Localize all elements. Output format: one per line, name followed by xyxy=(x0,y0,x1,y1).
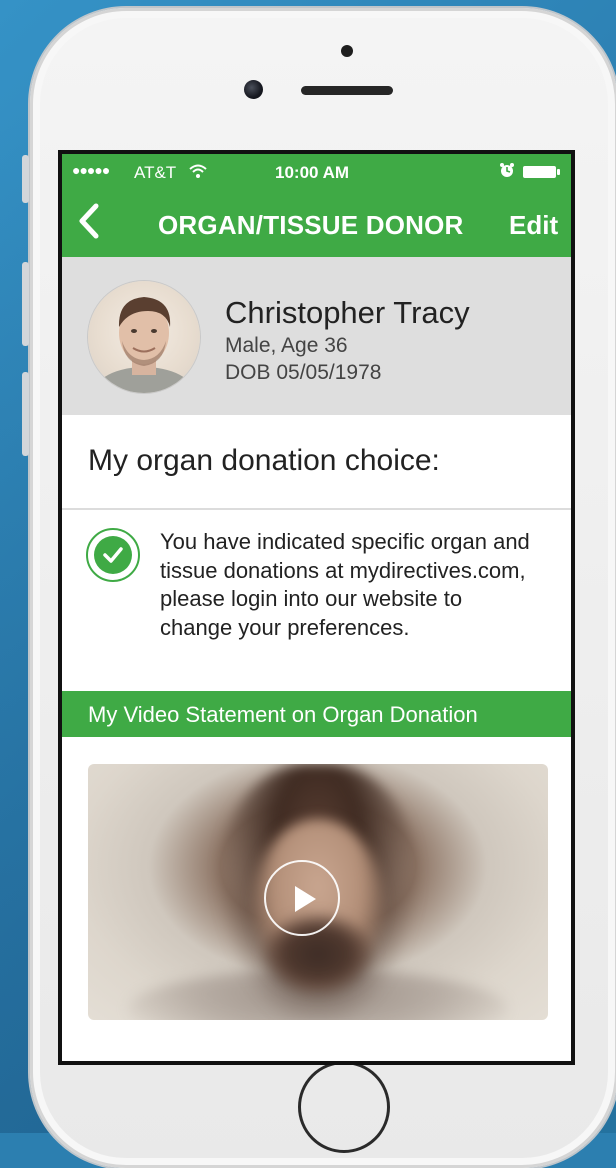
volume-up-button[interactable] xyxy=(22,262,29,346)
play-icon[interactable] xyxy=(264,860,340,936)
chevron-left-icon[interactable] xyxy=(76,203,102,243)
donation-choice-heading: My organ donation choice: xyxy=(88,444,440,477)
profile-card: Christopher Tracy Male, Age 36 DOB 05/05… xyxy=(62,257,571,415)
donation-message: You have indicated specific organ and ti… xyxy=(160,529,530,640)
avatar xyxy=(88,281,200,393)
carrier-name: AT&T xyxy=(134,163,177,182)
wifi-icon xyxy=(189,163,207,184)
video-section-header: My Video Statement on Organ Donation xyxy=(62,691,571,737)
alarm-icon xyxy=(499,162,515,182)
profile-dob: DOB 05/05/1978 xyxy=(225,361,382,384)
profile-name: Christopher Tracy xyxy=(225,295,470,330)
nav-bar: ORGAN/TISSUE DONOR Edit xyxy=(62,190,571,257)
phone-screen: ●●●●● AT&T 10:00 AM ORGAN/TISSUE DONOR E… xyxy=(58,150,575,1065)
volume-down-button[interactable] xyxy=(22,372,29,456)
page-title: ORGAN/TISSUE DONOR xyxy=(158,210,464,240)
home-button[interactable] xyxy=(298,1061,390,1153)
app-screen: ●●●●● AT&T 10:00 AM ORGAN/TISSUE DONOR E… xyxy=(62,154,571,1061)
divider xyxy=(62,508,571,510)
battery-icon xyxy=(523,166,560,178)
signal-strength: ●●●●● xyxy=(72,162,110,178)
profile-gender-age: Male, Age 36 xyxy=(225,334,348,357)
check-circle-icon xyxy=(86,528,140,582)
video-thumbnail[interactable] xyxy=(88,764,548,1020)
earpiece-speaker xyxy=(301,86,393,95)
front-camera xyxy=(244,80,263,99)
edit-button[interactable]: Edit xyxy=(509,210,558,241)
mute-switch[interactable] xyxy=(22,155,29,203)
status-bar: ●●●●● AT&T 10:00 AM xyxy=(62,154,571,190)
video-section-title: My Video Statement on Organ Donation xyxy=(88,702,478,727)
proximity-sensor xyxy=(341,45,353,57)
status-time: 10:00 AM xyxy=(275,163,350,182)
